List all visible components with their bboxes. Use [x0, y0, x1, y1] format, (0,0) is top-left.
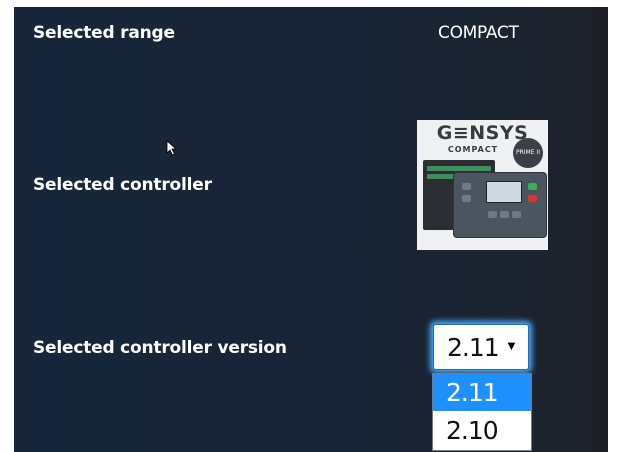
- product-badge: PRIME II: [513, 138, 543, 168]
- selected-range-value: COMPACT: [438, 23, 519, 43]
- version-options-list: 2.11 2.10: [432, 373, 532, 451]
- selected-range-label: Selected range: [33, 23, 175, 43]
- controller-module-front: [453, 172, 547, 238]
- controller-version-select[interactable]: 2.11 ▼: [433, 324, 529, 370]
- selected-controller-version-label: Selected controller version: [33, 338, 287, 358]
- controller-product-image[interactable]: G≡NSYS COMPACT PRIME II: [417, 120, 548, 250]
- mouse-cursor-icon: [166, 140, 178, 156]
- controller-screen: [486, 181, 522, 203]
- selected-controller-label: Selected controller: [33, 175, 212, 195]
- option-2-10[interactable]: 2.10: [433, 412, 531, 449]
- select-current-value: 2.11: [447, 333, 500, 362]
- configuration-panel: Selected range COMPACT Selected controll…: [14, 7, 608, 452]
- option-2-11[interactable]: 2.11: [433, 374, 531, 411]
- panel-edge: [592, 7, 608, 452]
- dropdown-arrow-icon: ▼: [505, 338, 518, 353]
